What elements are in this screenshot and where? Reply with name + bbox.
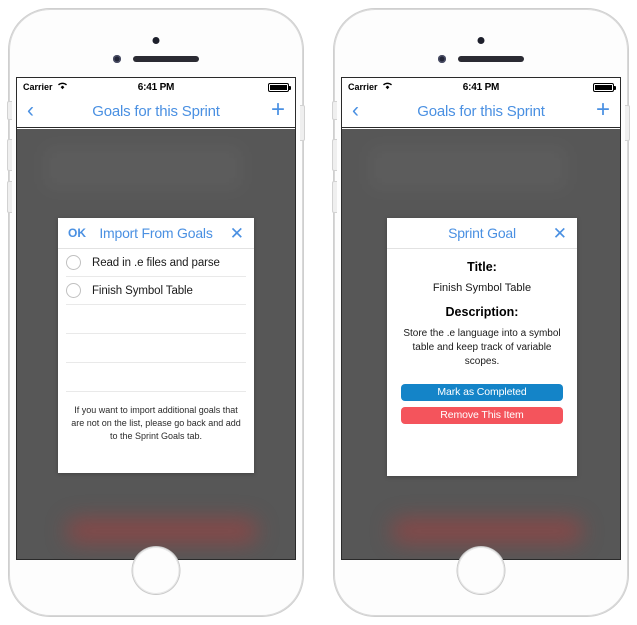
proximity-sensor-icon-left [113, 55, 121, 63]
radio-unchecked-icon[interactable] [66, 283, 81, 298]
dimmed-overlay-left[interactable]: OK Import From Goals ✕ Read in .e files … [17, 129, 295, 559]
blurred-background-content-top-left [43, 145, 243, 191]
modal-header-detail: Sprint Goal ✕ [387, 218, 577, 249]
power-button-right[interactable] [625, 105, 630, 141]
proximity-sensor-icon-right [438, 55, 446, 63]
modal-footer-text: If you want to import additional goals t… [71, 405, 241, 442]
volume-up-button-left[interactable] [7, 139, 12, 171]
power-button-left[interactable] [300, 105, 305, 141]
chevron-left-icon[interactable]: ‹ [352, 100, 359, 124]
volume-up-button-right[interactable] [332, 139, 337, 171]
close-x-icon[interactable]: ✕ [553, 225, 567, 242]
blurred-background-content-top-right [368, 145, 568, 191]
phone-device-left: Carrier 6:41 PM ‹ Goals for this Sprint … [7, 8, 305, 617]
goal-list-item-empty [66, 363, 246, 392]
nav-bar-right: ‹ Goals for this Sprint + [342, 96, 620, 128]
detail-body: Title: Finish Symbol Table Description: … [387, 249, 577, 370]
goal-list-item-empty [66, 305, 246, 334]
blurred-background-content-red-right [392, 519, 582, 543]
mark-as-completed-button[interactable]: Mark as Completed [401, 384, 563, 401]
home-button-right[interactable] [457, 547, 505, 594]
page-title: Goals for this Sprint [92, 103, 220, 120]
goal-list-item[interactable]: Finish Symbol Table [66, 277, 246, 305]
carrier-label: Carrier [23, 82, 53, 92]
page-title: Goals for this Sprint [417, 103, 545, 120]
wifi-icon [57, 81, 68, 93]
status-bar-right: Carrier 6:41 PM [342, 78, 620, 96]
earpiece-speaker-right [458, 56, 524, 62]
goal-label: Finish Symbol Table [92, 284, 193, 297]
radio-unchecked-icon[interactable] [66, 255, 81, 270]
phone-screen-right: Carrier 6:41 PM ‹ Goals for this Sprint … [341, 77, 621, 560]
detail-actions: Mark as Completed Remove This Item [401, 384, 563, 430]
plus-icon[interactable]: + [596, 98, 610, 125]
front-camera-icon-left [152, 37, 160, 44]
goal-list: Read in .e files and parse Finish Symbol… [58, 249, 254, 392]
battery-full-icon [268, 82, 291, 92]
volume-down-button-left[interactable] [7, 181, 12, 213]
volume-down-button-right[interactable] [332, 181, 337, 213]
silent-switch-right[interactable] [332, 101, 337, 120]
description-heading: Description: [445, 305, 519, 319]
status-time: 6:41 PM [137, 81, 175, 93]
phone-device-right: Carrier 6:41 PM ‹ Goals for this Sprint … [332, 8, 630, 617]
dimmed-overlay-right[interactable]: Sprint Goal ✕ Title: Finish Symbol Table… [342, 129, 620, 559]
home-button-left[interactable] [132, 547, 180, 594]
goal-list-item-empty [66, 334, 246, 363]
carrier-label: Carrier [348, 82, 378, 92]
blurred-background-content-red-left [67, 519, 257, 543]
ok-button[interactable]: OK [68, 226, 86, 240]
import-from-goals-modal: OK Import From Goals ✕ Read in .e files … [58, 218, 254, 473]
nav-bar-left: ‹ Goals for this Sprint + [17, 96, 295, 128]
sprint-goal-detail-modal: Sprint Goal ✕ Title: Finish Symbol Table… [387, 218, 577, 476]
chevron-left-icon[interactable]: ‹ [27, 100, 34, 124]
wifi-icon [382, 81, 393, 93]
silent-switch-left[interactable] [7, 101, 12, 120]
front-camera-icon-right [477, 37, 485, 44]
modal-title: Import From Goals [99, 225, 213, 241]
phone-screen-left: Carrier 6:41 PM ‹ Goals for this Sprint … [16, 77, 296, 560]
plus-icon[interactable]: + [271, 98, 285, 125]
description-value: Store the .e language into a symbol tabl… [403, 328, 561, 368]
title-value: Finish Symbol Table [432, 282, 532, 294]
remove-this-item-button[interactable]: Remove This Item [401, 407, 563, 424]
goal-label: Read in .e files and parse [92, 256, 220, 269]
status-time: 6:41 PM [462, 81, 500, 93]
goal-list-item[interactable]: Read in .e files and parse [66, 249, 246, 277]
battery-full-icon [593, 82, 616, 92]
modal-title: Sprint Goal [448, 225, 516, 241]
close-x-icon[interactable]: ✕ [230, 225, 244, 242]
status-bar-left: Carrier 6:41 PM [17, 78, 295, 96]
earpiece-speaker-left [133, 56, 199, 62]
modal-header-import: OK Import From Goals ✕ [58, 218, 254, 249]
title-heading: Title: [467, 260, 497, 274]
